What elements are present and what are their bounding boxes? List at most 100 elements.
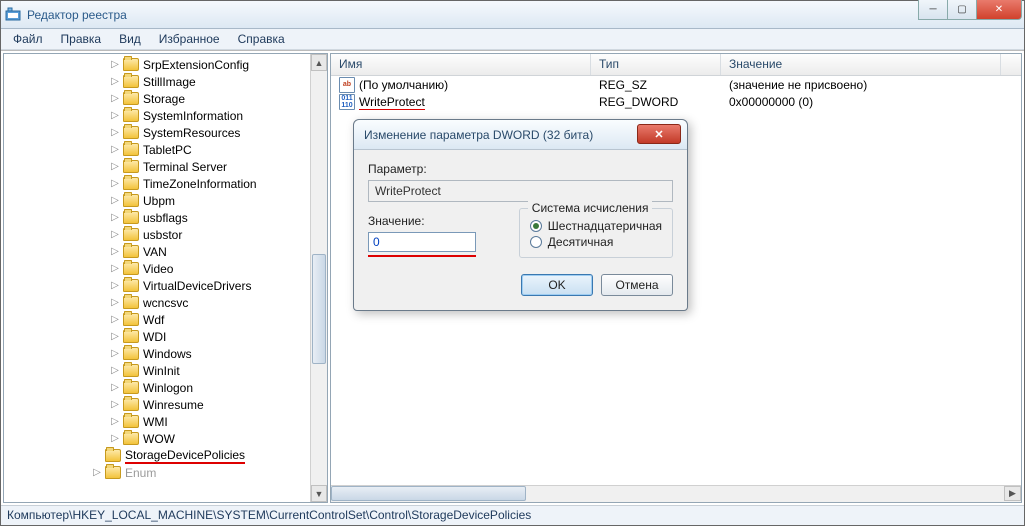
menu-view[interactable]: Вид (111, 30, 149, 48)
tree-item[interactable]: ▷Enum (4, 464, 327, 481)
expand-icon[interactable]: ▷ (109, 93, 121, 104)
expand-icon[interactable]: ▷ (91, 467, 103, 478)
tree-label: VirtualDeviceDrivers (143, 279, 251, 293)
expand-icon[interactable]: ▷ (109, 76, 121, 87)
tree-item[interactable]: ▷TabletPC (4, 141, 327, 158)
h-scroll-thumb[interactable] (331, 486, 526, 501)
folder-icon (105, 449, 121, 462)
cell-value: (значение не присвоено) (721, 78, 1001, 92)
menu-help[interactable]: Справка (230, 30, 293, 48)
expand-icon[interactable]: ▷ (109, 110, 121, 121)
tree-item[interactable]: ▷Terminal Server (4, 158, 327, 175)
tree-item[interactable]: ▷WMI (4, 413, 327, 430)
folder-icon (123, 109, 139, 122)
tree-label: StorageDevicePolicies (125, 448, 245, 464)
expand-icon[interactable]: ▷ (109, 144, 121, 155)
tree-item[interactable]: ▷Winresume (4, 396, 327, 413)
tree-item[interactable]: ▷WinInit (4, 362, 327, 379)
folder-icon (123, 194, 139, 207)
radio-dec-icon (530, 236, 542, 248)
expand-icon[interactable]: ▷ (109, 416, 121, 427)
regedit-icon (5, 7, 21, 23)
tree-item[interactable]: ▷Storage (4, 90, 327, 107)
col-value[interactable]: Значение (721, 54, 1001, 75)
col-name[interactable]: Имя (331, 54, 591, 75)
col-type[interactable]: Тип (591, 54, 721, 75)
value-input[interactable] (368, 232, 476, 252)
statusbar: Компьютер\HKEY_LOCAL_MACHINE\SYSTEM\Curr… (1, 505, 1024, 525)
expand-icon[interactable]: ▷ (109, 263, 121, 274)
expand-icon[interactable]: ▷ (109, 348, 121, 359)
folder-icon (123, 296, 139, 309)
tree-label: SrpExtensionConfig (143, 58, 249, 72)
tree-item[interactable]: ▷VAN (4, 243, 327, 260)
tree-item[interactable]: ▷Windows (4, 345, 327, 362)
expand-icon[interactable]: ▷ (109, 229, 121, 240)
h-scroll-right-icon[interactable]: ▶ (1004, 486, 1021, 501)
tree-item[interactable]: ▷ VirtualDeviceDrivers (4, 277, 327, 294)
tree-item[interactable]: ▷WOW (4, 430, 327, 447)
expand-icon[interactable]: ▷ (109, 280, 121, 291)
expand-icon[interactable]: ▷ (109, 365, 121, 376)
tree-item[interactable]: ▷Wdf (4, 311, 327, 328)
folder-icon (123, 143, 139, 156)
expand-icon[interactable]: ▷ (109, 212, 121, 223)
folder-icon (105, 466, 121, 479)
tree-item[interactable]: ▷Video (4, 260, 327, 277)
expand-icon[interactable]: ▷ (109, 297, 121, 308)
folder-icon (123, 160, 139, 173)
expand-icon[interactable]: ▷ (109, 382, 121, 393)
tree-item[interactable]: ▷usbstor (4, 226, 327, 243)
radio-hex[interactable]: Шестнадцатеричная (530, 219, 662, 233)
tree-item[interactable]: ▷SystemInformation (4, 107, 327, 124)
tree-item[interactable]: ▷StillImage (4, 73, 327, 90)
tree-item[interactable]: ▷SystemResources (4, 124, 327, 141)
scroll-down-icon[interactable]: ▼ (311, 485, 327, 502)
tree-pane: ▷SrpExtensionConfig▷StillImage▷Storage▷S… (3, 53, 328, 503)
tree-scrollbar[interactable]: ▲ ▼ (310, 54, 327, 502)
expand-icon[interactable]: ▷ (109, 314, 121, 325)
menu-file[interactable]: Файл (5, 30, 51, 48)
expand-icon[interactable]: ▷ (109, 331, 121, 342)
menu-favorites[interactable]: Избранное (151, 30, 228, 48)
param-label: Параметр: (368, 162, 673, 176)
expand-icon[interactable]: ▷ (109, 161, 121, 172)
dialog-close-button[interactable]: ✕ (637, 124, 681, 144)
expand-icon[interactable]: ▷ (109, 246, 121, 257)
scroll-thumb[interactable] (312, 254, 326, 364)
list-h-scrollbar[interactable]: ▶ (331, 485, 1021, 502)
maximize-button[interactable]: ▢ (947, 0, 977, 20)
folder-icon (123, 75, 139, 88)
ok-button[interactable]: OK (521, 274, 593, 296)
expand-icon[interactable]: ▷ (109, 195, 121, 206)
cell-name: ab(По умолчанию) (331, 77, 591, 93)
expand-icon[interactable]: ▷ (109, 433, 121, 444)
close-button[interactable]: ✕ (976, 0, 1022, 20)
expand-icon[interactable]: ▷ (109, 59, 121, 70)
scroll-up-icon[interactable]: ▲ (311, 54, 327, 71)
base-group: Система исчисления Шестнадцатеричная Дес… (519, 208, 673, 258)
folder-icon (123, 126, 139, 139)
tree-item[interactable]: ▷WDI (4, 328, 327, 345)
list-header: Имя Тип Значение (331, 54, 1021, 76)
cancel-button[interactable]: Отмена (601, 274, 673, 296)
tree-item[interactable]: ▷ SrpExtensionConfig (4, 56, 327, 73)
tree-item[interactable]: ▷Winlogon (4, 379, 327, 396)
expand-icon[interactable]: ▷ (109, 399, 121, 410)
tree-item-selected[interactable]: StorageDevicePolicies (4, 447, 327, 464)
window-controls: ─ ▢ ✕ (919, 0, 1022, 20)
radio-dec[interactable]: Десятичная (530, 235, 662, 249)
menu-edit[interactable]: Правка (53, 30, 110, 48)
tree-item[interactable]: ▷usbflags (4, 209, 327, 226)
tree-item[interactable]: ▷TimeZoneInformation (4, 175, 327, 192)
expand-icon[interactable]: ▷ (109, 178, 121, 189)
tree-item[interactable]: ▷wcncsvc (4, 294, 327, 311)
param-readonly: WriteProtect (368, 180, 673, 202)
dialog-title[interactable]: Изменение параметра DWORD (32 бита) ✕ (354, 120, 687, 150)
minimize-button[interactable]: ─ (918, 0, 948, 20)
folder-icon (123, 330, 139, 343)
list-row[interactable]: 011110WriteProtectREG_DWORD0x00000000 (0… (331, 93, 1021, 110)
list-row[interactable]: ab(По умолчанию)REG_SZ(значение не присв… (331, 76, 1021, 93)
expand-icon[interactable]: ▷ (109, 127, 121, 138)
tree-item[interactable]: ▷Ubpm (4, 192, 327, 209)
